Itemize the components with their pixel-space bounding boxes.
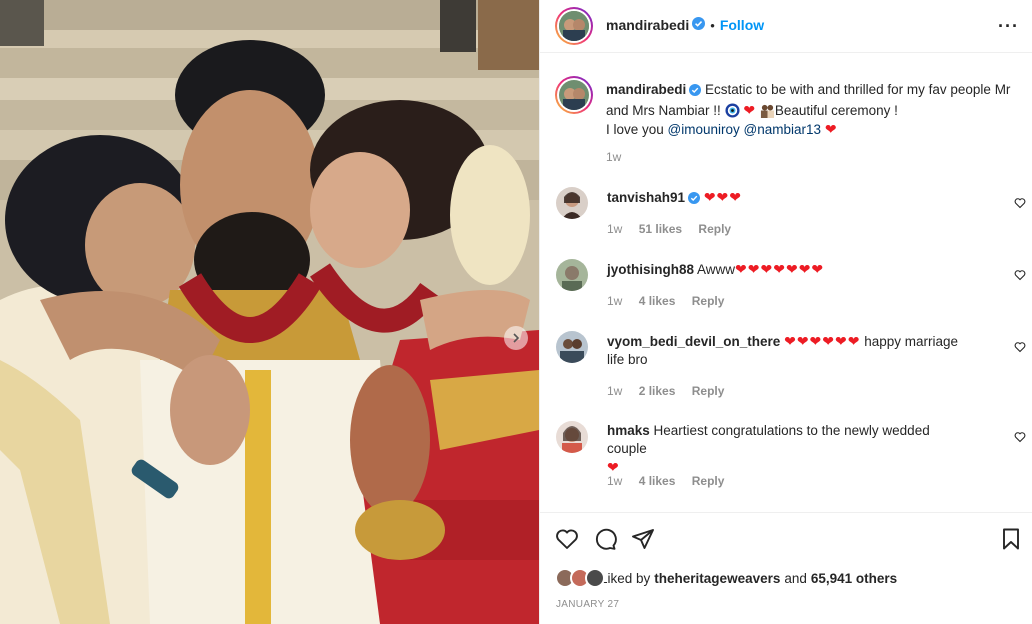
reply-button[interactable]: Reply (692, 384, 725, 398)
reply-button[interactable]: Reply (692, 294, 725, 308)
liked-by-and: and (784, 570, 807, 586)
comment-meta: 1w 4 likes Reply (607, 474, 737, 488)
comment-username[interactable]: hmaks (607, 423, 650, 438)
caption-text: mandirabedi Ecstatic to be with and thri… (606, 81, 1016, 139)
mention-imouniroy[interactable]: @imouniroy (668, 122, 740, 137)
comment-username[interactable]: jyothisingh88 (607, 262, 694, 277)
heart-emoji-icon: ❤❤❤❤❤❤❤ (735, 261, 825, 277)
couple-emoji-icon (760, 103, 775, 118)
comment-text: jyothisingh88 Awww❤❤❤❤❤❤❤ (607, 260, 967, 279)
comment-time: 1w (607, 474, 623, 488)
comment-avatar[interactable] (556, 187, 588, 219)
like-comment-heart-icon[interactable] (1014, 269, 1026, 284)
header-separator: • (710, 17, 715, 33)
comment-likes[interactable]: 4 likes (639, 294, 676, 308)
caption-username[interactable]: mandirabedi (606, 82, 686, 97)
comment-body: Awww (697, 262, 736, 277)
comment-meta: 1w 51 likes Reply (607, 222, 744, 236)
heart-emoji-icon: ❤ (743, 102, 757, 118)
more-options-icon[interactable]: ··· (998, 16, 1019, 37)
heart-emoji-icon: ❤❤❤❤❤❤ (784, 333, 861, 349)
reply-button[interactable]: Reply (692, 474, 725, 488)
liker-avatars (555, 568, 610, 588)
avatar-image (559, 11, 589, 41)
comment-likes[interactable]: 51 likes (639, 222, 682, 236)
post-header: mandirabedi • Follow ··· (540, 0, 1032, 53)
post-image[interactable] (0, 0, 539, 624)
comment-meta: 1w 4 likes Reply (607, 294, 737, 308)
heart-emoji-icon: ❤ (607, 459, 620, 475)
comment-avatar[interactable] (556, 259, 588, 291)
comment-body: Heartiest congratulations to the newly w… (607, 423, 930, 456)
comment-bubble-icon[interactable] (593, 527, 617, 554)
comment-text: vyom_bedi_devil_on_there ❤❤❤❤❤❤ happy ma… (607, 332, 967, 369)
heart-emoji-icon: ❤ (824, 121, 838, 137)
evil-eye-emoji-icon (725, 103, 740, 118)
chevron-right-icon (513, 333, 520, 343)
post-actions: Liked by theheritageweavers and 65,941 o… (540, 512, 1032, 624)
caption-body-3: I love you (606, 122, 668, 137)
verified-badge-icon (692, 17, 706, 33)
comment-text: tanvishah91 ❤❤❤ (607, 188, 967, 209)
comment-meta: 1w 2 likes Reply (607, 384, 737, 398)
comment-username[interactable]: vyom_bedi_devil_on_there (607, 334, 780, 349)
likes-summary: Liked by theheritageweavers and 65,941 o… (555, 568, 897, 588)
comment-time: 1w (607, 384, 623, 398)
header-avatar[interactable] (555, 7, 593, 45)
comment-avatar[interactable] (556, 421, 588, 453)
like-heart-icon[interactable] (555, 527, 579, 554)
liker-avatar (585, 568, 605, 588)
caption-time: 1w (606, 150, 622, 164)
comment-likes[interactable]: 4 likes (639, 474, 676, 488)
comment-text: hmaks Heartiest congratulations to the n… (607, 422, 967, 477)
comment-avatar[interactable] (556, 331, 588, 363)
caption-avatar[interactable] (555, 76, 593, 114)
reply-button[interactable]: Reply (698, 222, 731, 236)
comment-time: 1w (607, 294, 623, 308)
like-comment-heart-icon[interactable] (1014, 341, 1026, 356)
liked-by-user[interactable]: theheritageweavers (654, 571, 780, 586)
save-bookmark-icon[interactable] (999, 527, 1023, 554)
post-panel: mandirabedi • Follow ··· mandirabedi Ecs… (539, 0, 1032, 624)
likes-others-count[interactable]: 65,941 others (811, 571, 897, 586)
comment-username[interactable]: tanvishah91 (607, 190, 685, 205)
share-send-icon[interactable] (631, 527, 655, 554)
mention-nambiar13[interactable]: @nambiar13 (744, 122, 822, 137)
like-comment-heart-icon[interactable] (1014, 197, 1026, 212)
follow-button[interactable]: Follow (720, 17, 764, 33)
verified-badge-icon (688, 191, 701, 209)
next-image-button[interactable] (504, 326, 528, 350)
post-photo (0, 0, 539, 624)
avatar-image (559, 80, 589, 110)
header-username[interactable]: mandirabedi (606, 17, 689, 33)
comment-likes[interactable]: 2 likes (639, 384, 676, 398)
post-date: JANUARY 27 (556, 599, 620, 610)
heart-emoji-icon: ❤❤❤ (703, 189, 743, 205)
comment-time: 1w (607, 222, 623, 236)
like-comment-heart-icon[interactable] (1014, 431, 1026, 446)
caption-body-2: Beautiful ceremony ! (774, 103, 898, 118)
verified-badge-icon (689, 83, 702, 101)
